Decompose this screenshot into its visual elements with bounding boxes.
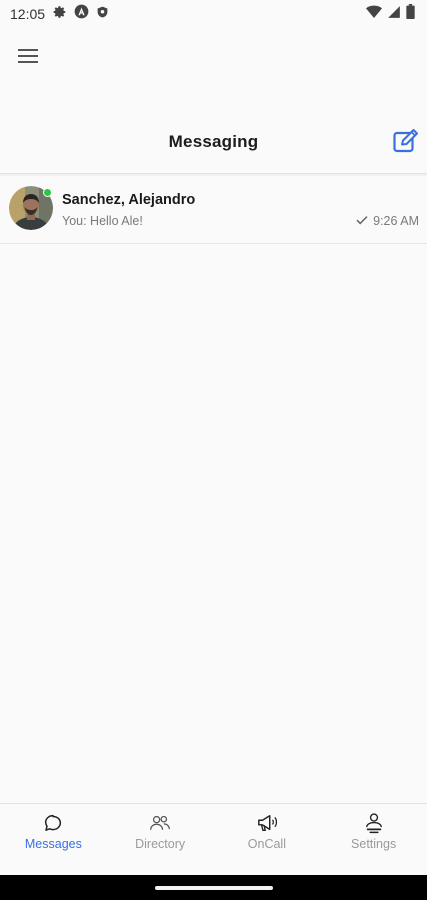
nav-settings-label: Settings bbox=[351, 837, 397, 851]
people-icon bbox=[149, 812, 171, 834]
nav-oncall[interactable]: OnCall bbox=[214, 804, 321, 875]
avatar-container bbox=[9, 186, 53, 230]
nav-messages-label: Messages bbox=[24, 837, 82, 851]
status-left-icons bbox=[53, 4, 109, 24]
message-preview: You: Hello Ale! bbox=[62, 214, 143, 228]
nav-directory-label: Directory bbox=[135, 837, 186, 851]
message-time: 9:26 AM bbox=[373, 214, 419, 228]
message-meta: 9:26 AM bbox=[356, 214, 419, 228]
home-gesture-handle[interactable] bbox=[155, 886, 273, 890]
status-right-icons bbox=[366, 4, 417, 24]
status-time: 12:05 bbox=[10, 6, 46, 22]
gear-icon bbox=[53, 5, 67, 24]
gesture-navigation-bar bbox=[0, 875, 427, 900]
contact-name: Sanchez, Alejandro bbox=[62, 192, 196, 208]
status-bar: 12:05 bbox=[0, 0, 427, 28]
nav-settings[interactable]: Settings bbox=[320, 804, 427, 875]
compose-icon bbox=[393, 128, 419, 158]
compose-button[interactable] bbox=[389, 128, 423, 158]
cell-signal-icon bbox=[387, 5, 401, 24]
bottom-navigation: Messages Directory OnCall Settings bbox=[0, 803, 427, 875]
megaphone-icon bbox=[256, 812, 278, 834]
check-icon bbox=[356, 214, 368, 228]
page-title: Messaging bbox=[168, 132, 259, 151]
user-settings-icon bbox=[363, 812, 385, 834]
hamburger-menu-button[interactable] bbox=[16, 46, 40, 70]
top-app-bar bbox=[0, 28, 427, 88]
title-bar: Messaging bbox=[0, 88, 427, 174]
online-status-indicator bbox=[43, 188, 52, 197]
chat-bubble-icon bbox=[42, 812, 64, 834]
battery-icon bbox=[406, 4, 415, 24]
nav-messages[interactable]: Messages bbox=[0, 804, 107, 875]
nav-oncall-label: OnCall bbox=[247, 837, 286, 851]
a-badge-icon bbox=[74, 4, 89, 24]
conversation-item[interactable]: Sanchez, Alejandro You: Hello Ale! 9:26 … bbox=[0, 176, 427, 244]
hamburger-menu-icon bbox=[18, 48, 38, 69]
wifi-icon bbox=[366, 5, 382, 24]
shield-icon bbox=[96, 5, 109, 24]
nav-directory[interactable]: Directory bbox=[107, 804, 214, 875]
